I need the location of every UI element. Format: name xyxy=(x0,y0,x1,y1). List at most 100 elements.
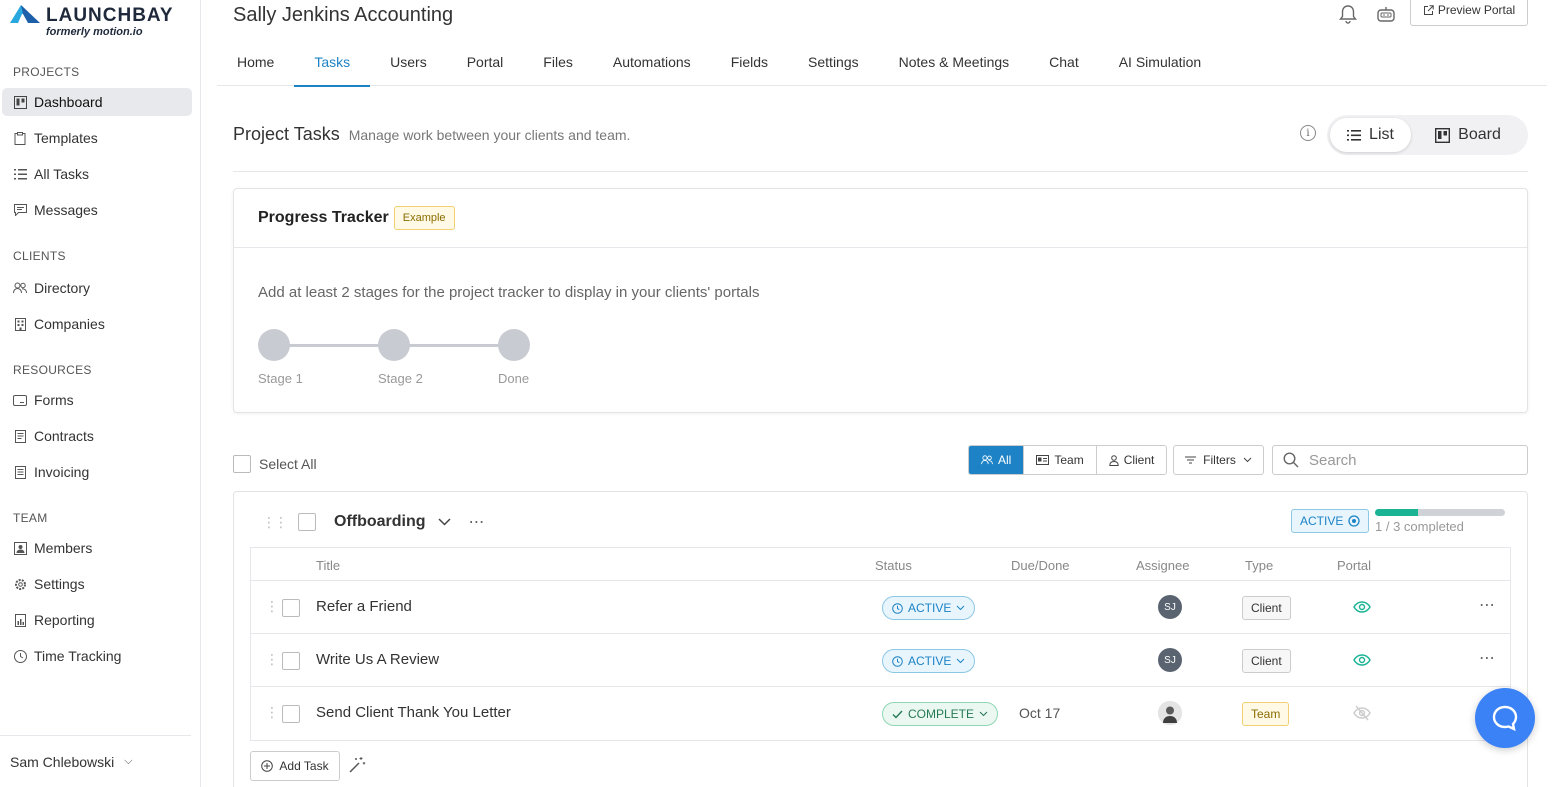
sidebar-item-members[interactable]: Members xyxy=(2,534,192,562)
group-progress: 1 / 3 completed xyxy=(1375,509,1505,534)
filters-dropdown[interactable]: Filters xyxy=(1173,445,1264,475)
brand-logo[interactable]: LAUNCHBAY formerly motion.io xyxy=(10,4,190,40)
tab-users[interactable]: Users xyxy=(370,38,447,86)
sidebar-item-templates[interactable]: Templates xyxy=(2,124,192,152)
sidebar-item-label: Settings xyxy=(34,576,85,592)
filter-icon xyxy=(1185,456,1197,464)
task-checkbox[interactable] xyxy=(282,599,300,617)
tab-settings[interactable]: Settings xyxy=(788,38,879,86)
task-checkbox[interactable] xyxy=(282,652,300,670)
sidebar-item-dashboard[interactable]: Dashboard xyxy=(2,88,192,116)
sidebar-item-label: Forms xyxy=(34,392,74,408)
group-status-badge[interactable]: ACTIVE xyxy=(1291,509,1370,533)
task-title[interactable]: Send Client Thank You Letter xyxy=(316,704,511,721)
task-title[interactable]: Write Us A Review xyxy=(316,651,439,668)
type-badge[interactable]: Team xyxy=(1242,702,1290,726)
sidebar-item-contracts[interactable]: Contracts xyxy=(2,422,192,450)
type-badge[interactable]: Client xyxy=(1242,649,1291,673)
table-row[interactable]: ⋮⋮ Refer a Friend ACTIVE SJ Client ⋯ xyxy=(251,581,1510,634)
tab-ai-simulation[interactable]: AI Simulation xyxy=(1099,38,1221,86)
view-board-button[interactable]: Board xyxy=(1411,118,1525,152)
chevron-down-icon[interactable] xyxy=(438,518,451,526)
sidebar-item-all-tasks[interactable]: All Tasks xyxy=(2,160,192,188)
sidebar-item-time-tracking[interactable]: Time Tracking xyxy=(2,642,192,670)
select-all[interactable]: Select All xyxy=(233,455,317,473)
select-all-checkbox[interactable] xyxy=(233,455,251,473)
tab-automations[interactable]: Automations xyxy=(593,38,711,86)
more-options-icon[interactable]: ⋯ xyxy=(1479,648,1496,668)
tab-label: Chat xyxy=(1049,54,1079,70)
sidebar-item-directory[interactable]: Directory xyxy=(2,274,192,302)
user-name: Sam Chlebowski xyxy=(10,753,115,770)
magic-wand-icon[interactable] xyxy=(348,756,366,774)
id-card-icon xyxy=(1036,455,1050,465)
main-content: Sally Jenkins Accounting Preview Portal … xyxy=(201,0,1560,787)
sidebar-item-settings[interactable]: Settings xyxy=(2,570,192,598)
tab-notes-meetings[interactable]: Notes & Meetings xyxy=(879,38,1030,86)
type-badge[interactable]: Client xyxy=(1242,596,1291,620)
column-header-status: Status xyxy=(875,558,912,573)
users-icon xyxy=(981,455,993,465)
group-progress-bar xyxy=(1375,509,1505,516)
stage-dot xyxy=(378,329,410,361)
sidebar-item-label: Directory xyxy=(34,280,91,296)
tab-tasks[interactable]: Tasks xyxy=(294,38,370,87)
filter-client-button[interactable]: Client xyxy=(1096,446,1167,474)
table-row[interactable]: ⋮⋮ Send Client Thank You Letter COMPLETE… xyxy=(251,687,1510,740)
nav-section-projects: PROJECTS xyxy=(13,65,80,79)
check-icon xyxy=(892,710,903,719)
group-name[interactable]: Offboarding xyxy=(334,513,426,531)
status-dropdown[interactable]: ACTIVE xyxy=(882,649,976,673)
sidebar-item-label: Contracts xyxy=(34,428,94,444)
sidebar-item-invoicing[interactable]: Invoicing xyxy=(2,458,192,486)
avatar[interactable]: SJ xyxy=(1158,648,1182,672)
tab-label: Fields xyxy=(730,54,769,70)
tab-label: Settings xyxy=(808,54,859,70)
support-chat-button[interactable] xyxy=(1475,688,1535,748)
group-checkbox[interactable] xyxy=(298,513,316,531)
external-link-icon xyxy=(1423,4,1434,16)
sidebar-item-companies[interactable]: Companies xyxy=(2,310,192,338)
task-title[interactable]: Refer a Friend xyxy=(316,598,412,615)
task-checkbox[interactable] xyxy=(282,705,300,723)
eye-icon[interactable] xyxy=(1353,598,1371,616)
more-options-icon[interactable]: ⋯ xyxy=(1479,595,1496,615)
document-icon xyxy=(13,429,27,443)
add-task-button[interactable]: Add Task xyxy=(250,751,340,781)
eye-off-icon[interactable] xyxy=(1353,704,1371,722)
sidebar-item-reporting[interactable]: Reporting xyxy=(2,606,192,634)
filter-all-button[interactable]: All xyxy=(969,446,1025,474)
search-input[interactable]: Search xyxy=(1272,445,1528,475)
task-group-header: ⋮⋮ Offboarding ⋯ xyxy=(262,512,485,532)
filter-team-label: Team xyxy=(1054,453,1084,467)
tab-chat[interactable]: Chat xyxy=(1029,38,1099,86)
sidebar-item-label: Companies xyxy=(34,316,105,332)
list-icon xyxy=(13,167,27,181)
sidebar-item-forms[interactable]: Forms xyxy=(2,386,192,414)
drag-handle-icon[interactable]: ⋮⋮ xyxy=(262,515,288,529)
status-dropdown[interactable]: ACTIVE xyxy=(882,596,976,620)
avatar[interactable] xyxy=(1158,701,1182,725)
nav-section-resources: RESOURCES xyxy=(13,363,92,377)
tab-home[interactable]: Home xyxy=(217,38,294,86)
avatar[interactable]: SJ xyxy=(1158,595,1182,619)
nav-section-team: TEAM xyxy=(13,511,48,525)
info-icon[interactable]: i xyxy=(1300,125,1316,141)
tab-portal[interactable]: Portal xyxy=(447,38,524,86)
table-row[interactable]: ⋮⋮ Write Us A Review ACTIVE SJ Client ⋯ xyxy=(251,634,1510,687)
status-dropdown[interactable]: COMPLETE xyxy=(882,702,999,726)
eye-icon[interactable] xyxy=(1353,651,1371,669)
tab-fields[interactable]: Fields xyxy=(711,38,788,86)
brand-name: LAUNCHBAY xyxy=(46,5,174,26)
view-list-button[interactable]: List xyxy=(1330,118,1411,152)
robot-icon[interactable] xyxy=(1376,4,1396,24)
filter-team-button[interactable]: Team xyxy=(1024,446,1097,474)
more-options-icon[interactable]: ⋯ xyxy=(469,512,485,532)
bell-icon[interactable] xyxy=(1338,4,1358,24)
tab-files[interactable]: Files xyxy=(523,38,593,86)
column-header-assignee: Assignee xyxy=(1136,558,1190,573)
user-menu[interactable]: Sam Chlebowski ⌵ xyxy=(0,735,191,787)
sidebar-item-messages[interactable]: Messages xyxy=(2,196,192,224)
due-date[interactable]: Oct 17 xyxy=(1019,705,1060,721)
preview-portal-button[interactable]: Preview Portal xyxy=(1410,0,1528,26)
